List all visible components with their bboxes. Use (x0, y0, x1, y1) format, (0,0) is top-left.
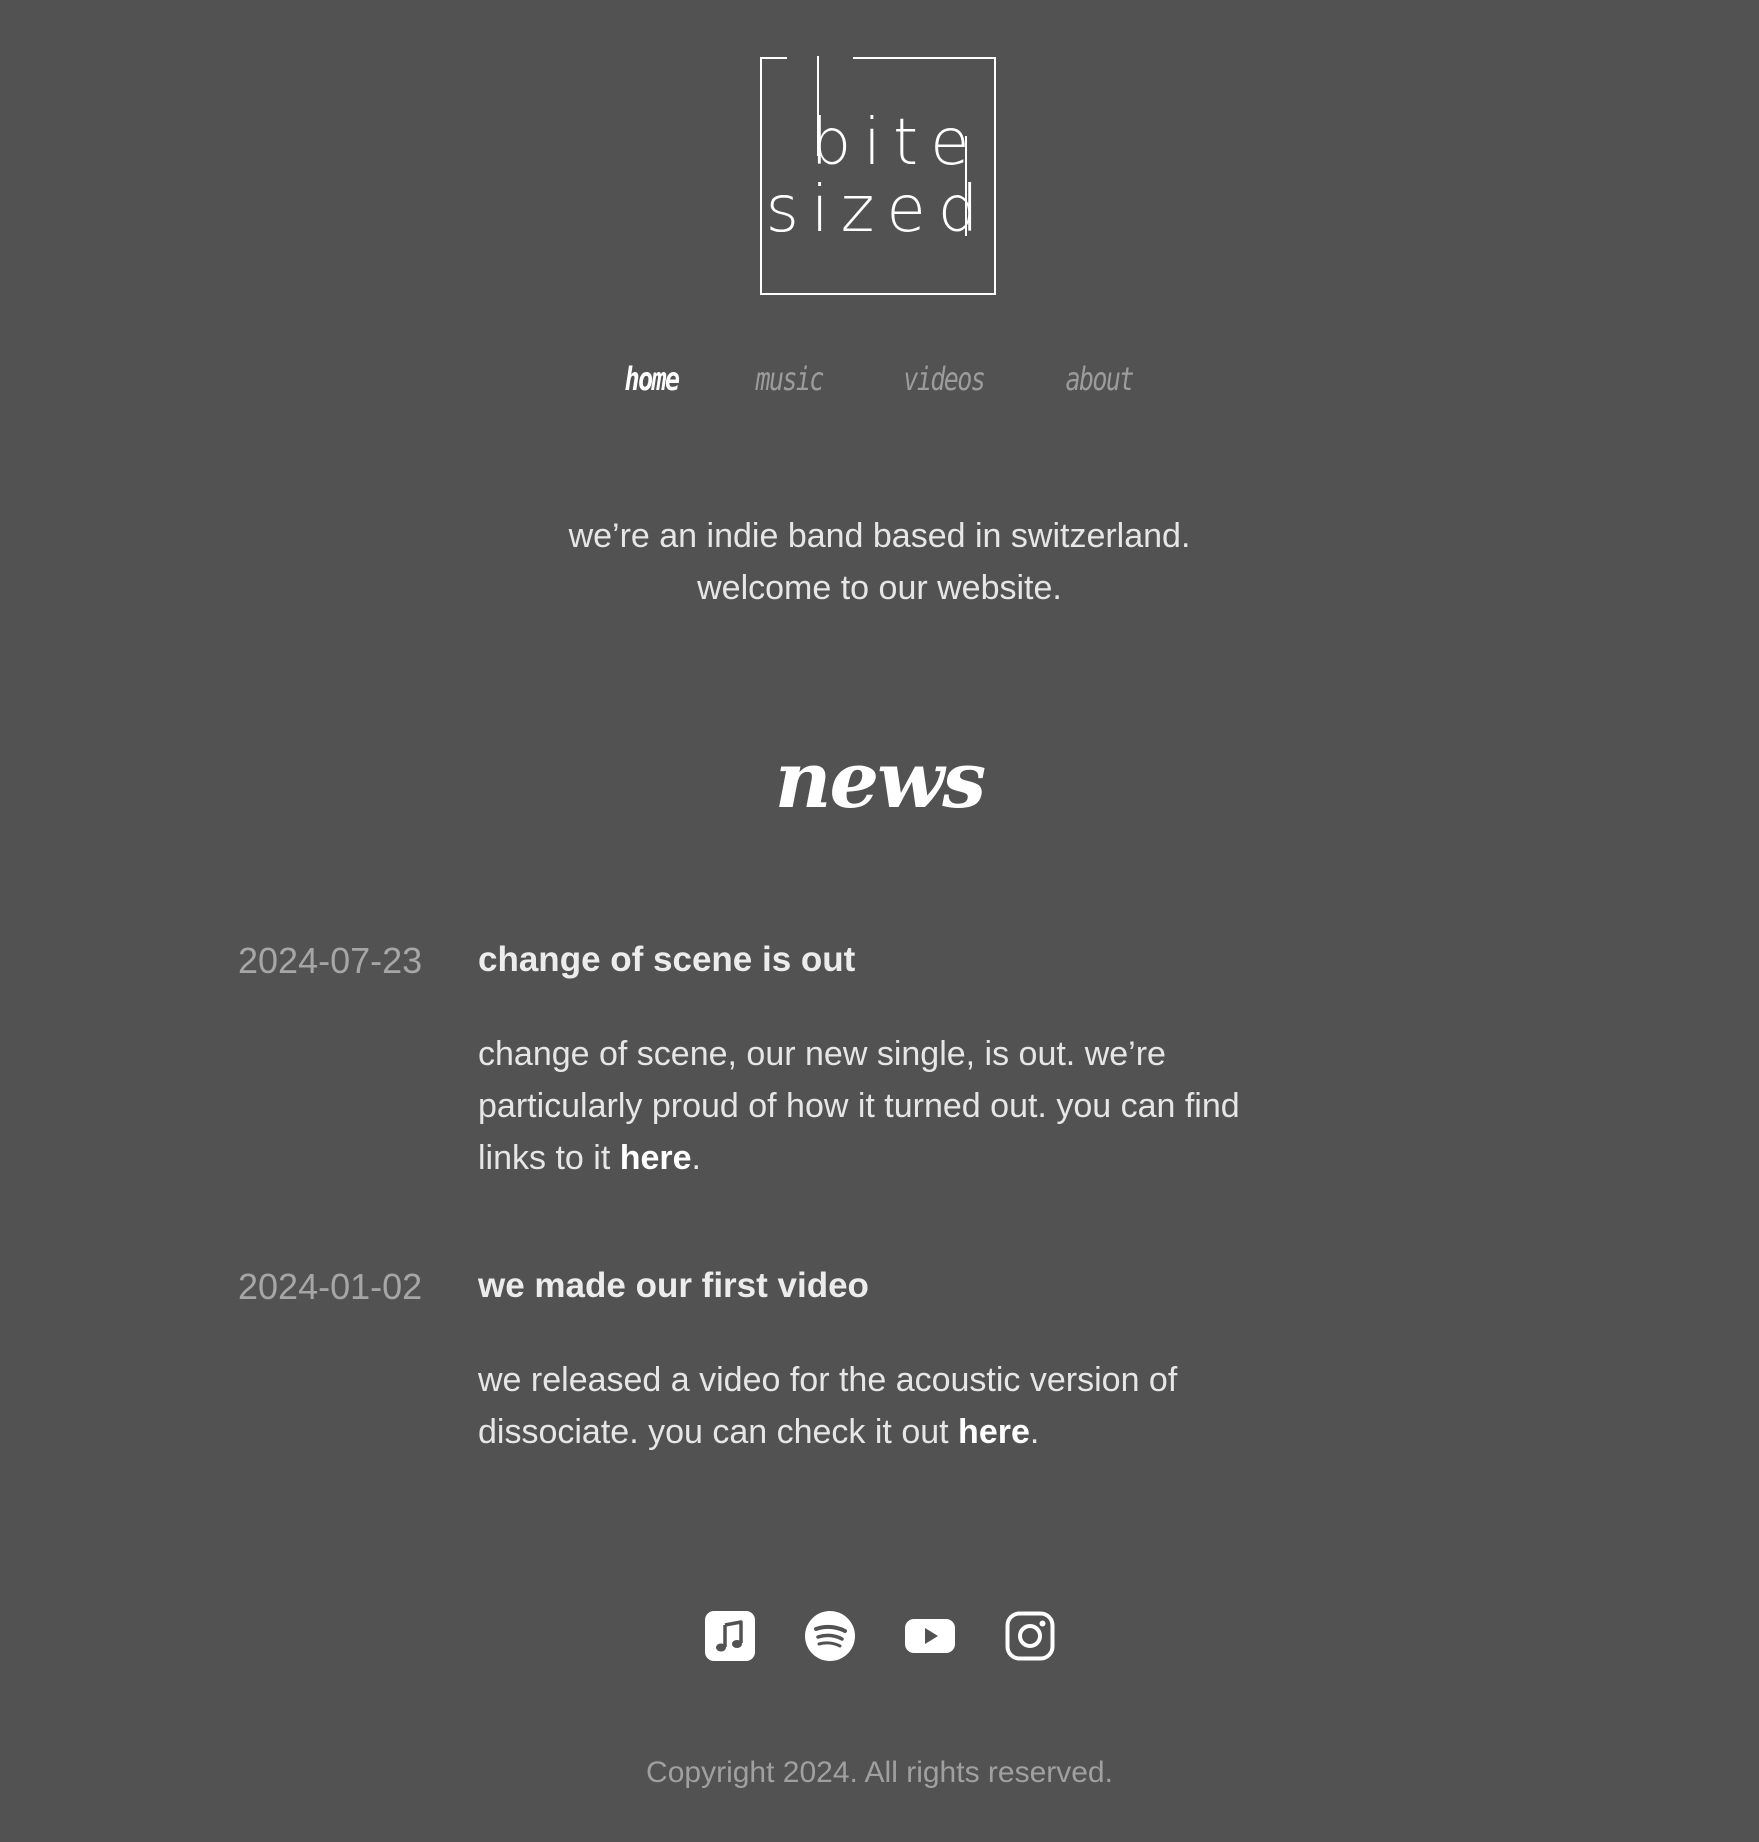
intro-line2: welcome to our website. (697, 569, 1062, 607)
news-body-end: . (691, 1139, 701, 1177)
instagram-icon[interactable] (1005, 1611, 1055, 1661)
news-body-text: we released a video for the acoustic ver… (478, 1361, 1178, 1451)
nav-item-videos[interactable]: videos (904, 360, 986, 398)
intro-line1: we’re an indie band based in switzerland… (568, 517, 1191, 555)
news-body-text: change of scene, our new single, is out.… (478, 1035, 1240, 1177)
news-link-here[interactable]: here (620, 1139, 692, 1177)
intro-text: we’re an indie band based in switzerland… (0, 510, 1759, 614)
news-body-end: . (1029, 1413, 1040, 1451)
news-title: change of scene is out (478, 940, 856, 979)
nav-item-music[interactable]: music (755, 360, 824, 398)
footer-copyright: Copyright 2024. All rights reserved. (646, 1756, 1113, 1789)
nav-item-home[interactable]: home (624, 360, 679, 398)
news-title: we made our first video (478, 1266, 869, 1305)
news-heading: news (774, 735, 986, 826)
news-body: we released a video for the acoustic ver… (478, 1354, 1258, 1458)
news-date: 2024-01-02 (238, 1266, 423, 1307)
news-link-here[interactable]: here (958, 1413, 1030, 1451)
main-nav: home music videos about (0, 360, 1759, 398)
site-logo[interactable]: bite sized (759, 56, 997, 296)
social-links (0, 1611, 1759, 1661)
news-date: 2024-07-23 (238, 940, 423, 981)
youtube-icon[interactable] (904, 1611, 955, 1661)
news-body: change of scene, our new single, is out.… (478, 1028, 1258, 1184)
spotify-icon[interactable] (804, 1611, 855, 1661)
nav-item-about[interactable]: about (1065, 360, 1134, 398)
apple-music-icon[interactable] (704, 1611, 755, 1661)
logo-text-line1: bite (810, 106, 982, 180)
logo-text-line2: sized (765, 173, 991, 247)
